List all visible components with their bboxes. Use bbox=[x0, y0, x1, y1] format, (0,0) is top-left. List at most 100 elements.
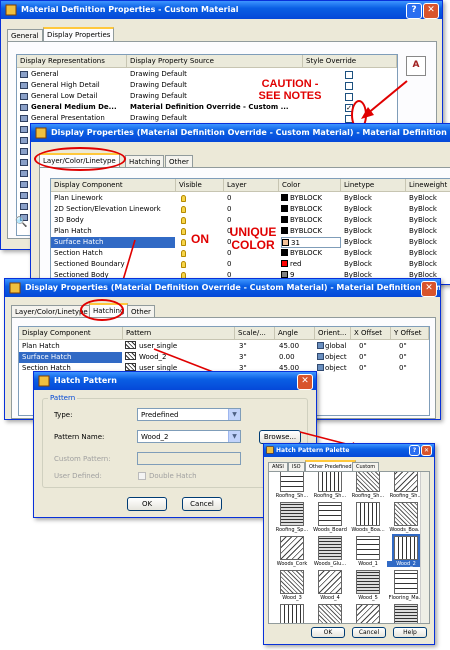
col-header-source[interactable]: Display Property Source bbox=[127, 55, 303, 68]
col-header-color[interactable]: Color bbox=[279, 179, 341, 192]
close-button[interactable]: ✕ bbox=[297, 374, 313, 390]
lineweight-value[interactable]: ByBlock bbox=[409, 215, 450, 226]
double-hatch-checkbox[interactable] bbox=[138, 472, 146, 480]
col-header-angle[interactable]: Angle bbox=[275, 327, 315, 340]
col-header-lineweight[interactable]: Lineweight bbox=[406, 179, 450, 192]
display-component-name[interactable]: 3D Body bbox=[54, 215, 174, 226]
visible-bulb-icon[interactable] bbox=[181, 239, 186, 246]
lineweight-value[interactable]: ByBlock bbox=[409, 259, 450, 270]
hatch-pattern-tile[interactable] bbox=[318, 604, 342, 623]
hatch-pattern-tile[interactable] bbox=[318, 536, 342, 560]
linetype-value[interactable]: ByBlock bbox=[344, 193, 404, 204]
angle-value[interactable]: 0.00 bbox=[279, 352, 313, 363]
display-rep-name[interactable]: General bbox=[31, 69, 125, 80]
col-header-rep[interactable]: Display Representations bbox=[17, 55, 127, 68]
orient-cell[interactable]: global bbox=[317, 341, 351, 352]
angle-value[interactable]: 45.00 bbox=[279, 341, 313, 352]
col-header-pattern[interactable]: Pattern bbox=[123, 327, 235, 340]
lineweight-value[interactable]: ByBlock bbox=[409, 248, 450, 259]
display-rep-name[interactable]: General Medium De... bbox=[31, 102, 125, 113]
layer-value[interactable]: 0 bbox=[227, 259, 267, 270]
layer-value[interactable]: 0 bbox=[227, 204, 267, 215]
display-rep-edit-icon[interactable]: A bbox=[406, 56, 426, 76]
display-component-name[interactable]: Plan Linework bbox=[54, 193, 174, 204]
hatch-pattern-tile[interactable] bbox=[280, 536, 304, 560]
display-component-name[interactable]: Plan Hatch bbox=[22, 341, 120, 352]
type-select[interactable]: Predefined ▼ bbox=[137, 408, 241, 421]
visible-bulb-icon[interactable] bbox=[181, 217, 186, 224]
xoffset-value[interactable]: 0" bbox=[359, 352, 389, 363]
chevron-down-icon[interactable]: ▼ bbox=[228, 409, 240, 420]
help-button[interactable]: ? bbox=[409, 445, 420, 456]
browse-button[interactable]: Browse... bbox=[259, 430, 301, 444]
scale-value[interactable]: 3" bbox=[239, 341, 273, 352]
hatch-pattern-tile[interactable] bbox=[394, 472, 418, 492]
bottom-edit-icon[interactable]: 🔍 bbox=[15, 217, 29, 231]
linetype-value[interactable]: ByBlock bbox=[344, 204, 404, 215]
display-rep-name[interactable]: General Low Detail bbox=[31, 91, 125, 102]
hatch-pattern-tile[interactable] bbox=[318, 472, 342, 492]
hatch-pattern-tile[interactable] bbox=[280, 502, 304, 526]
hatch-pattern-tile[interactable] bbox=[280, 472, 304, 492]
hatch-pattern-tile[interactable] bbox=[392, 534, 420, 562]
hatch-pattern-tile[interactable] bbox=[280, 604, 304, 623]
hatch-pattern-tile[interactable] bbox=[394, 604, 418, 623]
lineweight-value[interactable]: ByBlock bbox=[409, 193, 450, 204]
color-cell[interactable]: red bbox=[281, 259, 341, 270]
visible-bulb-icon[interactable] bbox=[181, 261, 186, 268]
hatch-pattern-tile[interactable] bbox=[280, 570, 304, 594]
style-override-checkbox[interactable] bbox=[345, 93, 353, 101]
style-override-checkbox[interactable] bbox=[345, 82, 353, 90]
chevron-down-icon[interactable]: ▼ bbox=[228, 431, 240, 442]
layer-value[interactable]: 0 bbox=[227, 193, 267, 204]
cancel-button[interactable]: Cancel bbox=[182, 497, 222, 511]
orient-cell[interactable]: object bbox=[317, 352, 351, 363]
palette-ok-button[interactable]: OK bbox=[311, 627, 345, 638]
close-button[interactable]: ✕ bbox=[421, 281, 437, 297]
help-button[interactable]: ? bbox=[406, 3, 422, 19]
color-cell[interactable]: BYBLOCK bbox=[281, 226, 341, 237]
display-rep-name[interactable]: General High Detail bbox=[31, 80, 125, 91]
xoffset-value[interactable]: 0" bbox=[359, 341, 389, 352]
lineweight-value[interactable]: ByBlock bbox=[409, 204, 450, 215]
lineweight-value[interactable]: ByBlock bbox=[409, 237, 450, 248]
hatch-pattern-tile[interactable] bbox=[356, 604, 380, 623]
hatch-pattern-tile[interactable] bbox=[356, 570, 380, 594]
color-cell[interactable]: BYBLOCK bbox=[281, 248, 341, 259]
col-header-override[interactable]: Style Override bbox=[303, 55, 397, 68]
display-component-name[interactable]: Surface Hatch bbox=[22, 352, 120, 363]
close-button[interactable]: ✕ bbox=[423, 3, 439, 19]
color-cell[interactable]: 31 bbox=[281, 237, 341, 248]
color-cell[interactable]: BYBLOCK bbox=[281, 215, 341, 226]
yoffset-value[interactable]: 0" bbox=[399, 341, 427, 352]
palette-scrollbar[interactable] bbox=[420, 472, 429, 623]
col-header-scale[interactable]: Scale/... bbox=[235, 327, 275, 340]
col-header-xoffset[interactable]: X Offset bbox=[351, 327, 391, 340]
scale-value[interactable]: 3" bbox=[239, 352, 273, 363]
hatch-pattern-tile[interactable] bbox=[318, 502, 342, 526]
col-header-orient[interactable]: Orient... bbox=[315, 327, 351, 340]
visible-bulb-icon[interactable] bbox=[181, 206, 186, 213]
color-cell[interactable]: BYBLOCK bbox=[281, 204, 341, 215]
color-cell[interactable]: BYBLOCK bbox=[281, 193, 341, 204]
col-header-yoffset[interactable]: Y Offset bbox=[391, 327, 429, 340]
col-header-linetype[interactable]: Linetype bbox=[341, 179, 406, 192]
linetype-value[interactable]: ByBlock bbox=[344, 237, 404, 248]
hatch-pattern-tile[interactable] bbox=[394, 570, 418, 594]
hatch-pattern-tile[interactable] bbox=[356, 536, 380, 560]
visible-bulb-icon[interactable] bbox=[181, 250, 186, 257]
palette-help-button[interactable]: Help bbox=[393, 627, 427, 638]
ok-button[interactable]: OK bbox=[127, 497, 167, 511]
pattern-name-select[interactable]: Wood_2 ▼ bbox=[137, 430, 241, 443]
linetype-value[interactable]: ByBlock bbox=[344, 259, 404, 270]
palette-cancel-button[interactable]: Cancel bbox=[352, 627, 386, 638]
visible-bulb-icon[interactable] bbox=[181, 195, 186, 202]
linetype-value[interactable]: ByBlock bbox=[344, 215, 404, 226]
linetype-value[interactable]: ByBlock bbox=[344, 226, 404, 237]
xoffset-value[interactable]: 0" bbox=[359, 363, 389, 374]
yoffset-value[interactable]: 0" bbox=[399, 363, 427, 374]
visible-bulb-icon[interactable] bbox=[181, 228, 186, 235]
lineweight-value[interactable]: ByBlock bbox=[409, 226, 450, 237]
col-header-visible[interactable]: Visible bbox=[176, 179, 224, 192]
linetype-value[interactable]: ByBlock bbox=[344, 248, 404, 259]
